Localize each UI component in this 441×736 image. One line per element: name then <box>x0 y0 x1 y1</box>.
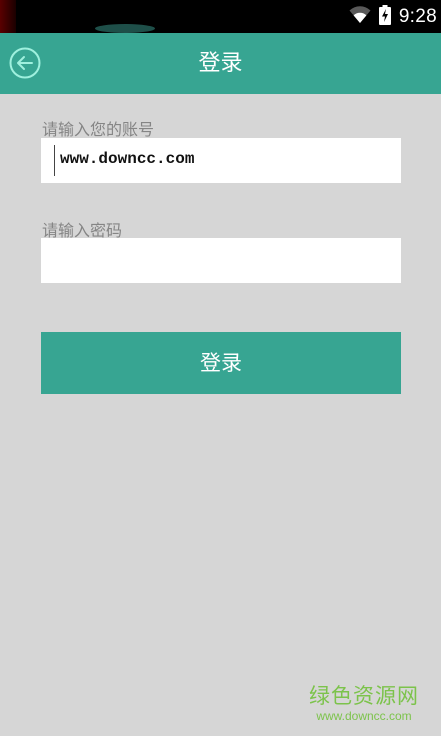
status-bar-edge <box>0 0 16 33</box>
wifi-icon <box>349 5 371 28</box>
status-time: 9:28 <box>398 5 437 27</box>
app-bar: 登录 <box>0 33 441 94</box>
watermark: 绿色资源网 www.downcc.com <box>309 684 419 724</box>
login-button[interactable]: 登录 <box>41 332 401 394</box>
account-value: www.downcc.com <box>60 150 195 168</box>
watermark-name: 绿色资源网 <box>309 684 419 708</box>
password-field[interactable] <box>41 238 401 283</box>
account-label: 请输入您的账号 <box>42 120 155 139</box>
battery-charging-icon <box>378 4 391 29</box>
watermark-url: www.downcc.com <box>316 709 412 723</box>
status-bar: 9:28 <box>0 0 441 33</box>
page-title: 登录 <box>198 51 243 76</box>
account-field[interactable]: www.downcc.com <box>41 138 401 183</box>
text-caret <box>54 145 55 176</box>
status-icons: 9:28 <box>349 0 437 33</box>
status-bar-artifact <box>95 24 155 33</box>
